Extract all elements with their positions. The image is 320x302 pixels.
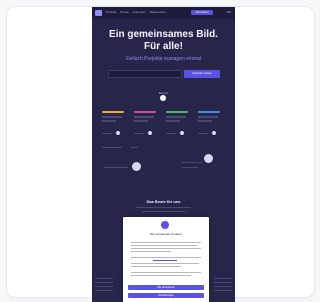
sparkle-icon [160, 95, 166, 101]
section-title: Das Beste für uns [146, 199, 181, 204]
hero-title-line2: Für alle! [144, 41, 183, 52]
nav-cta-button[interactable]: Jetzt starten [191, 10, 213, 15]
feature-accent [134, 111, 156, 113]
hero-title: Ein gemeinsames Bild. Für alle! [92, 29, 235, 53]
feature-card[interactable] [134, 111, 160, 123]
language-selector[interactable]: DE [227, 10, 231, 14]
hero-title-line1: Ein gemeinsames Bild. [109, 29, 218, 40]
nav-link[interactable]: Ressourcen [150, 10, 166, 14]
feature-card[interactable] [166, 111, 192, 123]
nav-link[interactable]: Produkt [106, 10, 116, 14]
privacy-link[interactable] [153, 260, 177, 261]
avatar-icon [132, 162, 141, 171]
feature-accent [102, 111, 124, 113]
feature-icon [212, 131, 216, 135]
footer-left [95, 278, 113, 298]
website-screenshot: Produkt Preise Lösungen Ressourcen Jetzt… [92, 7, 235, 302]
logo-icon[interactable] [95, 10, 102, 16]
nav-link[interactable]: Preise [120, 10, 129, 14]
feature-icon [180, 131, 184, 135]
hero-email-input[interactable] [108, 70, 182, 78]
hero-cta-button[interactable]: Kostenlos starten [184, 70, 220, 78]
feature-icon [148, 131, 152, 135]
feature-card[interactable] [198, 111, 224, 123]
feature-card[interactable] [102, 111, 128, 123]
nav-links: Produkt Preise Lösungen Ressourcen [106, 10, 169, 14]
top-nav: Produkt Preise Lösungen Ressourcen Jetzt… [92, 7, 235, 19]
consent-title: Wir verwenden Cookies [150, 232, 182, 236]
feature-accent [198, 111, 220, 113]
nav-link[interactable]: Lösungen [133, 10, 146, 14]
hero-subtitle: Einfach Projekte managen einmal [126, 56, 201, 62]
feature-accent [166, 111, 188, 113]
avatar-icon [204, 154, 213, 163]
feature-grid [102, 105, 226, 160]
brand-icon [161, 221, 169, 229]
settings-button[interactable]: Einstellungen [128, 293, 204, 298]
cookie-consent-dialog: Wir verwenden Cookies Alle akzeptieren E… [123, 217, 209, 302]
accept-all-button[interactable]: Alle akzeptieren [128, 285, 204, 290]
footer-right [214, 278, 232, 298]
feature-icon [116, 131, 120, 135]
